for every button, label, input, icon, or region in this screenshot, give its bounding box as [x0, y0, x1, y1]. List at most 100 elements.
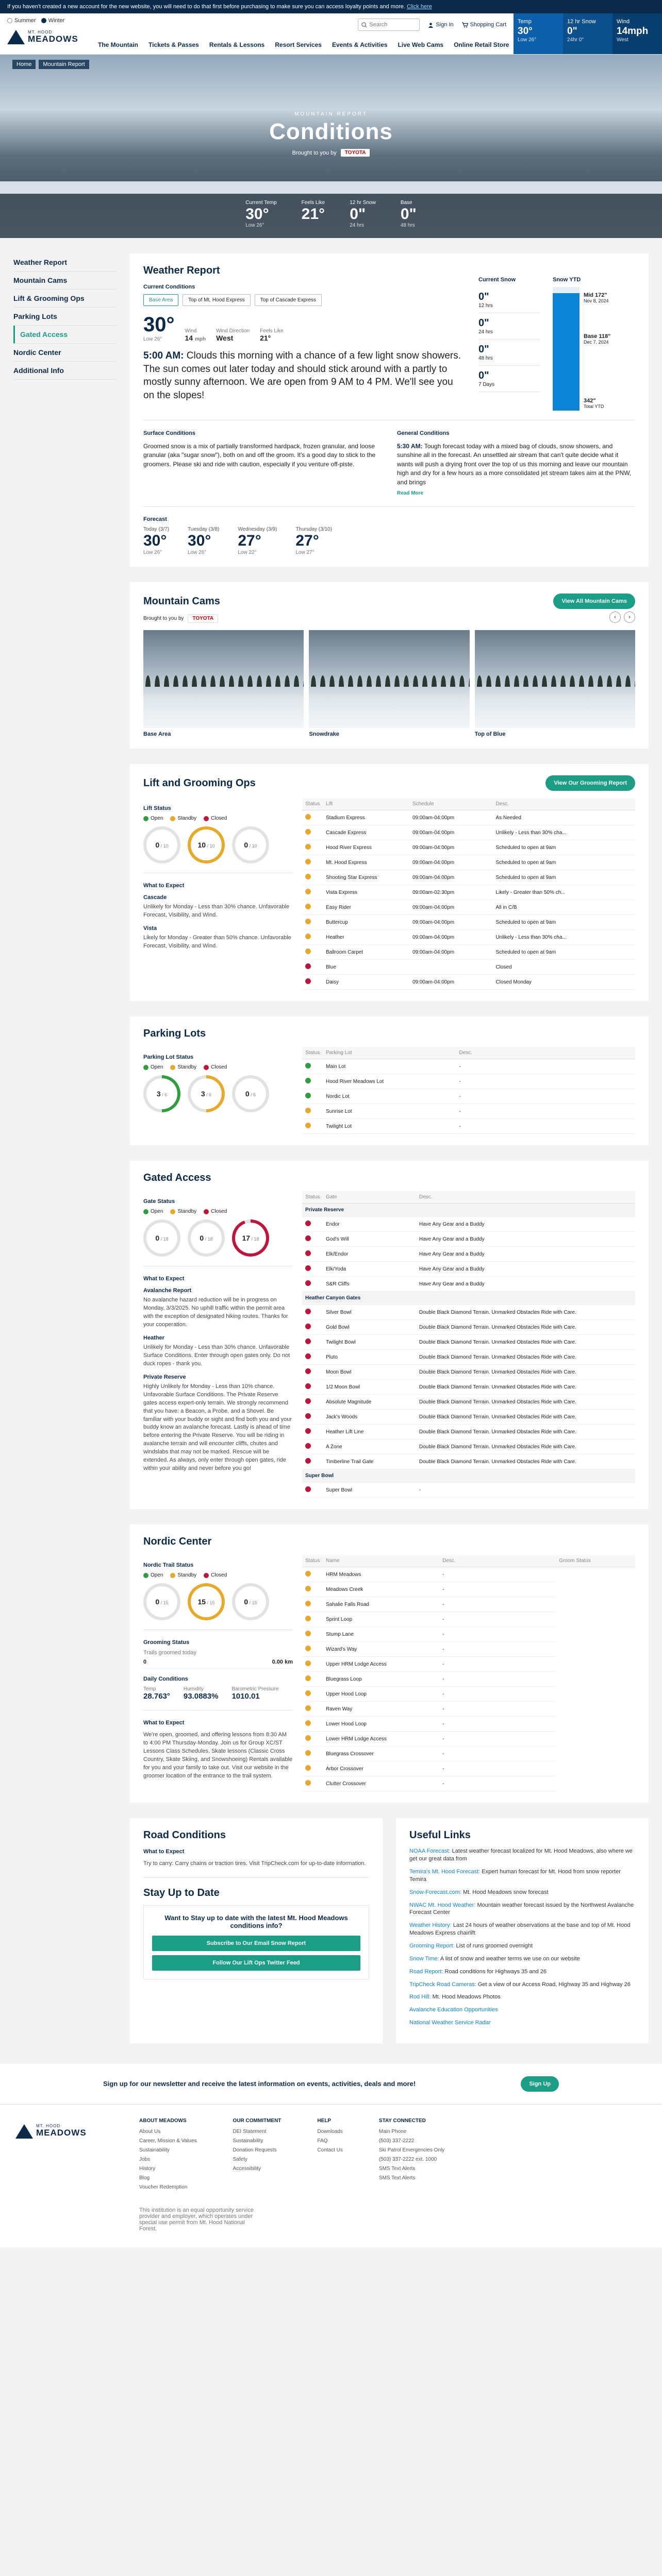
table-row[interactable]: A Zone Double Black Diamond Terrain. Unma… [302, 1439, 635, 1455]
site-logo[interactable]: MT. HOOD MEADOWS [7, 29, 86, 44]
table-row[interactable]: Blue Closed [302, 959, 635, 975]
table-row[interactable]: Mt. Hood Express 09:00am-04:00pm Scheduled… [302, 855, 635, 871]
toyota-logo[interactable]: TOYOTA [188, 614, 219, 623]
table-row[interactable]: Jack's Woods Double Black Diamond Terrain… [302, 1409, 635, 1425]
table-row[interactable]: Bluegrass Loop - [302, 1671, 635, 1687]
footer-link[interactable]: (503) 337-2222 ext. 1000 [379, 2157, 444, 2162]
useful-link-tripcheck-road-cameras[interactable]: TripCheck Road Cameras: Get a view of ou… [409, 1981, 635, 1989]
cam-snowdrake[interactable]: Snowdrake [309, 630, 470, 737]
footer-link[interactable]: Career, Mission & Values [139, 2138, 197, 2144]
nav-online-retail-store[interactable]: Online Retail Store [454, 41, 509, 48]
useful-link-snow-forecast-com[interactable]: Snow-Forecast.com: Mt. Hood Meadows snow… [409, 1889, 635, 1896]
sidenav-weather-report[interactable]: Weather Report [13, 253, 117, 272]
read-more-link[interactable]: Read More [397, 490, 423, 498]
table-row[interactable]: Meadows Creek - [302, 1582, 635, 1598]
grooming-report-button[interactable]: View Our Grooming Report [545, 775, 635, 791]
footer-link[interactable]: Donation Requests [233, 2147, 282, 2153]
useful-link-national-weather-service-radar[interactable]: National Weather Service Radar [409, 2019, 635, 2027]
cam-top-of-blue[interactable]: Top of Blue [474, 630, 636, 737]
table-row[interactable]: Vista Express 09:00am-02:30pm Likely - Gre… [302, 885, 635, 901]
cam-image[interactable] [309, 630, 470, 728]
footer-link[interactable]: Safety [233, 2157, 282, 2162]
table-row[interactable]: Ballroom Carpet 09:00am-04:00pm Scheduled … [302, 944, 635, 960]
shopping-cart-link[interactable]: Shopping Cart [461, 22, 506, 28]
announcement-link[interactable]: Click here [407, 4, 432, 10]
footer-link[interactable]: Main Phone [379, 2129, 444, 2134]
table-row[interactable]: Heather 09:00am-04:00pm Unlikely - Less th… [302, 929, 635, 945]
table-row[interactable]: Endor Have Any Gear and a Buddy [302, 1216, 635, 1232]
table-row[interactable]: Stump Lane - [302, 1626, 635, 1642]
footer-link[interactable]: About Us [139, 2129, 197, 2134]
footer-link[interactable]: Voucher Redemption [139, 2184, 197, 2190]
footer-link[interactable]: SMS Text Alerts [379, 2166, 444, 2172]
footer-link[interactable]: History [139, 2166, 197, 2172]
table-row[interactable]: S&R Cliffs Have Any Gear and a Buddy [302, 1276, 635, 1292]
footer-link[interactable]: (503) 337-2222 [379, 2138, 444, 2144]
table-row[interactable]: God's Will Have Any Gear and a Buddy [302, 1231, 635, 1247]
footer-link[interactable]: Sustainability [233, 2138, 282, 2144]
table-row[interactable]: Easy Rider 09:00am-04:00pm All in C/B [302, 900, 635, 916]
table-row[interactable]: Sunrise Lot - [302, 1104, 635, 1120]
header-tile-wind[interactable]: Wind 14mph West [613, 13, 662, 54]
table-row[interactable]: Silver Bowl Double Black Diamond Terrain.… [302, 1304, 635, 1320]
useful-link-noaa-forecast[interactable]: NOAA Forecast: Latest weather forecast l… [409, 1848, 635, 1863]
table-row[interactable]: Sprint Loop - [302, 1612, 635, 1628]
breadcrumb-current[interactable]: Mountain Report [39, 60, 89, 69]
footer-link[interactable]: Contact Us [317, 2147, 342, 2153]
nav-rentals-lessons[interactable]: Rentals & Lessons [209, 41, 264, 48]
table-row[interactable]: Super Bowl - [302, 1482, 635, 1498]
table-row[interactable]: Arbor Crossover - [302, 1761, 635, 1777]
search-input[interactable]: Search [358, 19, 420, 31]
subscribe-email-button[interactable]: Subscribe to Our Email Snow Report [152, 1936, 360, 1952]
season-winter[interactable]: Winter [41, 18, 64, 24]
footer-link[interactable]: Sustainability [139, 2147, 197, 2153]
location-pill-top-of-cascade-express[interactable]: Top of Cascade Express [254, 294, 322, 306]
table-row[interactable]: Timberline Trail Gate Double Black Diamon… [302, 1454, 635, 1470]
sidenav-lift-grooming-ops[interactable]: Lift & Grooming Ops [13, 290, 117, 308]
header-weather-tiles[interactable]: Temp 30° Low 26° 12 hr Snow 0" 24hr 0" Wind 14m… [514, 13, 662, 54]
table-row[interactable]: Twilight Lot - [302, 1118, 635, 1134]
table-row[interactable]: Upper Hood Loop - [302, 1686, 635, 1702]
useful-link-weather-history[interactable]: Weather History: Last 24 hours of weathe… [409, 1922, 635, 1937]
sidenav-nordic-center[interactable]: Nordic Center [13, 344, 117, 362]
useful-link-grooming-report[interactable]: Grooming Report: List of runs groomed ov… [409, 1942, 635, 1950]
table-row[interactable]: Main Lot - [302, 1059, 635, 1075]
breadcrumb-home[interactable]: Home [12, 60, 36, 69]
nav-the-mountain[interactable]: The Mountain [98, 41, 138, 48]
table-row[interactable]: Raven Way - [302, 1701, 635, 1717]
footer-logo[interactable]: MT. HOOD MEADOWS [15, 2123, 119, 2142]
table-row[interactable]: Cascade Express 09:00am-04:00pm Unlikely -… [302, 825, 635, 841]
table-row[interactable]: Twilight Bowl Double Black Diamond Terrai… [302, 1334, 635, 1350]
cam-image[interactable] [143, 630, 304, 728]
table-row[interactable]: Absolute Magnitude Double Black Diamond T… [302, 1394, 635, 1410]
useful-link-avalanche-education-opportunities[interactable]: Avalanche Education Opportunities [409, 2006, 635, 2014]
footer-link[interactable]: Downloads [317, 2129, 342, 2134]
table-row[interactable]: Moon Bowl Double Black Diamond Terrain. U… [302, 1364, 635, 1380]
table-row[interactable]: Lower Hood Loop - [302, 1716, 635, 1732]
view-all-cams-button[interactable]: View All Mountain Cams [553, 594, 635, 609]
header-tile-temp[interactable]: Temp 30° Low 26° [514, 13, 563, 54]
footer-link[interactable]: Accessibility [233, 2166, 282, 2172]
sidenav-gated-access[interactable]: Gated Access [13, 326, 117, 344]
useful-link-nwac-mt-hood-weather[interactable]: NWAC Mt. Hood Weather: Mountain weather … [409, 1902, 635, 1917]
useful-link-temira-s-mt-hood-forecast[interactable]: Temira's Mt. Hood Forecast: Expert human… [409, 1868, 635, 1884]
table-row[interactable]: Sahalie Falls Road - [302, 1597, 635, 1613]
useful-link-snow-time[interactable]: Snow Time: A list of snow and weather te… [409, 1955, 635, 1963]
toyota-logo[interactable]: TOYOTA [340, 149, 370, 157]
useful-link-rod-hill[interactable]: Rod Hill: Mt. Hood Meadows Photos [409, 1993, 635, 2001]
nav-live-web-cams[interactable]: Live Web Cams [398, 41, 443, 48]
sidenav-mountain-cams[interactable]: Mountain Cams [13, 272, 117, 290]
footer-link[interactable]: Ski Patrol Emergencies Only [379, 2147, 444, 2153]
table-row[interactable]: Bluegrass Crossover - [302, 1746, 635, 1762]
cam-image[interactable] [474, 630, 636, 728]
sign-in-link[interactable]: Sign In [428, 22, 454, 28]
table-row[interactable]: 1/2 Moon Bowl Double Black Diamond Terrai… [302, 1379, 635, 1395]
location-pill-base-area[interactable]: Base Area [143, 294, 179, 306]
table-row[interactable]: Clutter Crossover - [302, 1776, 635, 1792]
table-row[interactable]: HRM Meadows - [302, 1567, 635, 1583]
footer-link[interactable]: FAQ [317, 2138, 342, 2144]
table-row[interactable]: Hood River Meadows Lot - [302, 1074, 635, 1090]
table-row[interactable]: Elk/Endor Have Any Gear and a Buddy [302, 1246, 635, 1262]
location-pill-top-of-mt-hood-express[interactable]: Top of Mt. Hood Express [183, 294, 251, 306]
nav-tickets-passes[interactable]: Tickets & Passes [148, 41, 199, 48]
